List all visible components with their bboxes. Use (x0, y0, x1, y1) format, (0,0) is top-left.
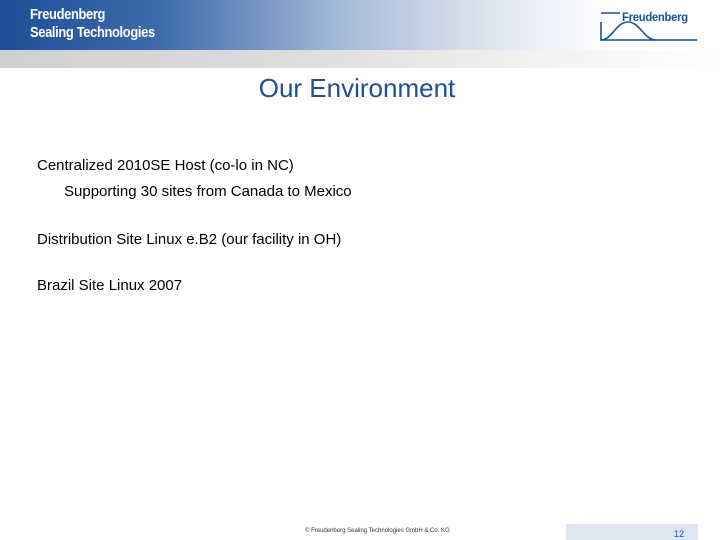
company-name-line1: Freudenberg (30, 6, 106, 23)
page-number: 12 (673, 529, 684, 539)
slide-title: Our Environment (258, 73, 456, 103)
company-name-line2: Sealing Technologies (30, 24, 155, 41)
page-number-box: 12 (566, 524, 698, 540)
logo-wordmark: Freudenberg (622, 10, 688, 24)
header-strip (0, 50, 720, 68)
bullet-central-host: Centralized 2010SE Host (co-lo in NC) (37, 157, 294, 174)
bullet-distribution-site: Distribution Site Linux e.B2 (our facili… (37, 231, 342, 248)
bullet-brazil-site: Brazil Site Linux 2007 (37, 277, 183, 294)
footer-copyright: © Freudenberg Sealing Technologies GmbH … (305, 528, 450, 534)
sub-bullet-sites: Supporting 30 sites from Canada to Mexic… (64, 183, 352, 200)
freudenberg-logo: Freudenberg (598, 8, 698, 42)
